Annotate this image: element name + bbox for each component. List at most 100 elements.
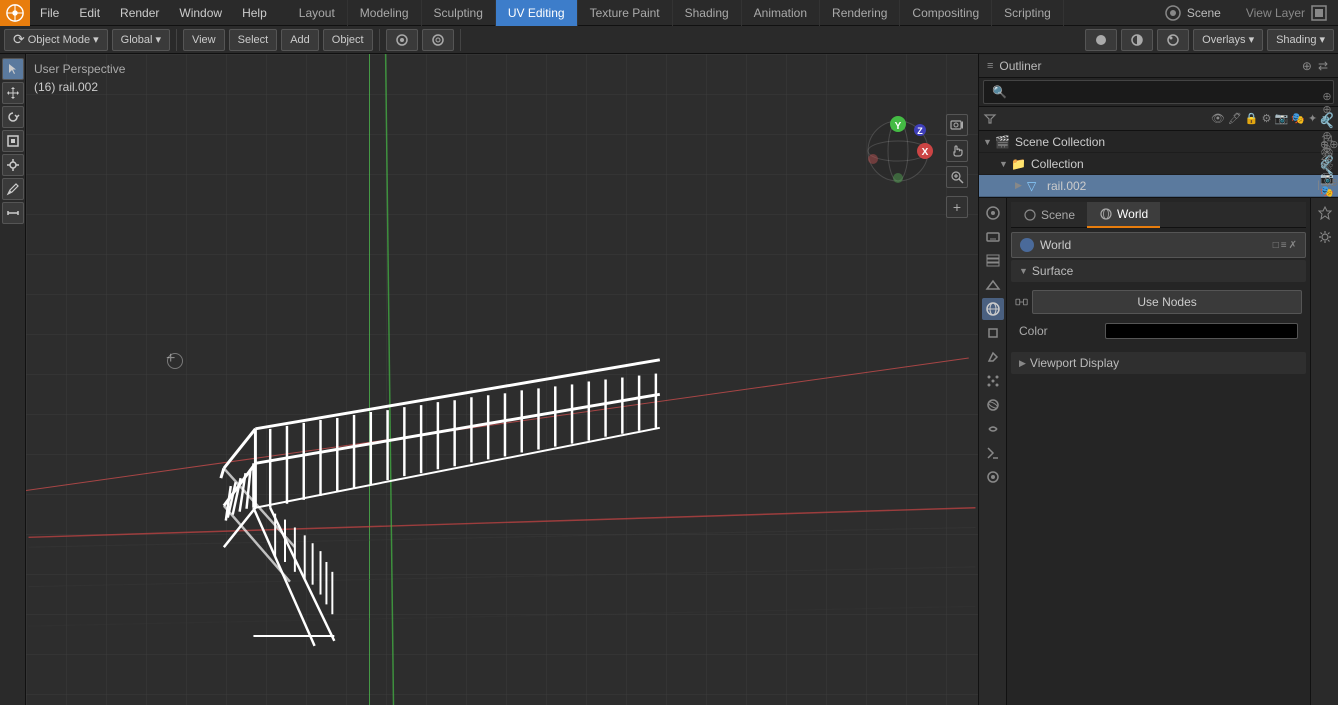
viewport-perspective-label: User Perspective xyxy=(34,62,125,76)
tab-rendering[interactable]: Rendering xyxy=(820,0,900,26)
properties-content: Scene World World xyxy=(1007,198,1310,705)
outliner-filter-icon2[interactable] xyxy=(983,112,997,126)
navigation-gizmo[interactable]: Y X Z xyxy=(863,116,933,186)
tab-modeling[interactable]: Modeling xyxy=(348,0,422,26)
tab-shading[interactable]: Shading xyxy=(673,0,742,26)
scale-tool-btn[interactable] xyxy=(2,130,24,152)
annotate-icon xyxy=(6,182,20,196)
view-layer-label: View Layer xyxy=(1246,6,1305,20)
render-icon xyxy=(985,205,1001,221)
select-menu-btn[interactable]: Select xyxy=(229,29,278,51)
data-props-btn[interactable] xyxy=(982,442,1004,464)
rotate-tool-btn[interactable] xyxy=(2,106,24,128)
tab-compositing[interactable]: Compositing xyxy=(900,0,992,26)
zoom-btn[interactable] xyxy=(946,166,968,188)
separator-2 xyxy=(379,29,380,51)
transform-orientation-btn[interactable]: ⟳ Object Mode ▾ xyxy=(4,29,108,51)
overlays-btn[interactable]: Overlays ▾ xyxy=(1193,29,1263,51)
view-menu-btn[interactable]: View xyxy=(183,29,225,51)
scene-tab[interactable]: Scene xyxy=(1011,202,1087,228)
viewport-shading-btn[interactable]: Global ▾ xyxy=(112,29,170,51)
scene-collection-arrow[interactable]: ▼ xyxy=(983,137,995,147)
viewport-display-section: ▶ Viewport Display xyxy=(1011,352,1306,374)
tab-scripting[interactable]: Scripting xyxy=(992,0,1064,26)
solid-shading-btn[interactable] xyxy=(1085,29,1117,51)
world-browse-btn[interactable]: ≡ xyxy=(1281,240,1287,251)
outliner-rail-item[interactable]: ▶ ▽ rail.002 | 14 👁 ⚙ 📷 🎭 ✦ 🔗 ✗ xyxy=(979,175,1338,197)
viewport-gizmo-buttons: + xyxy=(946,114,968,218)
main-content-area: User Perspective (16) rail.002 Y X xyxy=(0,54,1338,705)
grab-tool-btn[interactable] xyxy=(2,82,24,104)
modifier-props-btn[interactable] xyxy=(982,346,1004,368)
snap-btn[interactable] xyxy=(386,29,418,51)
constraints-props-btn[interactable] xyxy=(982,418,1004,440)
transform-tool-btn[interactable] xyxy=(2,154,24,176)
world-icon xyxy=(985,301,1001,317)
world-new-btn[interactable]: □ xyxy=(1273,240,1279,251)
3d-viewport[interactable]: User Perspective (16) rail.002 Y X xyxy=(26,54,978,705)
axis-nav-sphere-svg[interactable]: Y X Z xyxy=(863,116,933,186)
render-props-btn[interactable] xyxy=(982,202,1004,224)
menu-help[interactable]: Help xyxy=(232,0,277,26)
material-shading-btn[interactable] xyxy=(1121,29,1153,51)
output-props-btn[interactable] xyxy=(982,226,1004,248)
measure-tool-btn[interactable] xyxy=(2,202,24,224)
color-picker-box[interactable] xyxy=(1105,323,1298,339)
world-selector-dropdown[interactable]: World □ ≡ ✗ xyxy=(1011,232,1306,258)
outliner-search-input[interactable] xyxy=(983,80,1334,104)
menu-edit[interactable]: Edit xyxy=(69,0,110,26)
scene-props-btn[interactable] xyxy=(982,274,1004,296)
world-unlink-btn[interactable]: ✗ xyxy=(1289,240,1297,251)
particles-props-btn[interactable] xyxy=(982,370,1004,392)
tab-layout[interactable]: Layout xyxy=(287,0,348,26)
menu-file[interactable]: File xyxy=(30,0,69,26)
viewport-object-label: (16) rail.002 xyxy=(34,80,98,94)
annotate-tool-btn[interactable] xyxy=(2,178,24,200)
rotate-icon xyxy=(6,110,20,124)
prop-pin-btn[interactable] xyxy=(1314,202,1336,224)
tab-sculpting[interactable]: Sculpting xyxy=(422,0,496,26)
rail-mesh-icon: ▽ xyxy=(1027,179,1043,193)
material-shading-icon xyxy=(1130,33,1144,47)
tab-texture-paint[interactable]: Texture Paint xyxy=(578,0,673,26)
world-props-btn[interactable] xyxy=(982,298,1004,320)
menu-render[interactable]: Render xyxy=(110,0,169,26)
rail-arrow[interactable]: ▶ xyxy=(1015,180,1027,191)
outliner-icons-label: 👁 🖊 🔒 ⚙ 📷 🎭 ✦ 🔗 xyxy=(1211,112,1334,125)
viewport-display-header[interactable]: ▶ Viewport Display xyxy=(1011,352,1306,374)
separator-3 xyxy=(460,29,461,51)
shading-mode-btn[interactable]: Shading ▾ xyxy=(1267,29,1334,51)
outliner-sync-icon[interactable]: ⇄ xyxy=(1316,57,1330,75)
outliner-scene-collection[interactable]: ▼ 🎬 Scene Collection ⊕ ⊕ 🔧 ⊕ ⊕ 🔗 ⇒ ✗ xyxy=(979,131,1338,153)
properties-sidebar: Scene World World xyxy=(979,198,1338,705)
add-menu-btn[interactable]: Add xyxy=(281,29,319,51)
physics-props-btn[interactable] xyxy=(982,394,1004,416)
use-nodes-row-inner: Use Nodes xyxy=(1015,288,1302,316)
tab-animation[interactable]: Animation xyxy=(742,0,820,26)
surface-section-header[interactable]: ▼ Surface xyxy=(1011,260,1306,282)
rendered-shading-btn[interactable] xyxy=(1157,29,1189,51)
scene-label: Scene xyxy=(1187,6,1221,20)
collection-arrow[interactable]: ▼ xyxy=(999,159,1011,169)
workspace-tabs: Layout Modeling Sculpting UV Editing Tex… xyxy=(287,0,1064,26)
svg-text:Y: Y xyxy=(895,121,902,132)
outliner-filter-icon[interactable]: ⊕ xyxy=(1300,57,1314,75)
view-layer-props-btn[interactable] xyxy=(982,250,1004,272)
outliner-panel: ≡ Outliner ⊕ ⇄ 👁 🖊 🔒 ⚙ 📷 🎭 ✦ 🔗 xyxy=(979,54,1338,198)
use-nodes-btn[interactable]: Use Nodes xyxy=(1032,290,1302,314)
menu-window[interactable]: Window xyxy=(169,0,232,26)
prop-settings-btn[interactable] xyxy=(1314,226,1336,248)
add-object-btn[interactable]: + xyxy=(946,196,968,218)
material-props-btn[interactable] xyxy=(982,466,1004,488)
outliner-collection[interactable]: ▼ 📁 Collection ⊕⊕ 22 🔧 ⊕⊕ xyxy=(979,153,1338,175)
color-label: Color xyxy=(1019,324,1099,338)
object-menu-btn[interactable]: Object xyxy=(323,29,373,51)
object-props-btn[interactable] xyxy=(982,322,1004,344)
camera-view-btn[interactable] xyxy=(946,114,968,136)
rail-model-svg xyxy=(26,54,978,705)
select-tool-btn[interactable] xyxy=(2,58,24,80)
proportional-btn[interactable] xyxy=(422,29,454,51)
tab-uv-editing[interactable]: UV Editing xyxy=(496,0,578,26)
world-tab[interactable]: World xyxy=(1087,202,1160,228)
hand-tool-btn[interactable] xyxy=(946,140,968,162)
